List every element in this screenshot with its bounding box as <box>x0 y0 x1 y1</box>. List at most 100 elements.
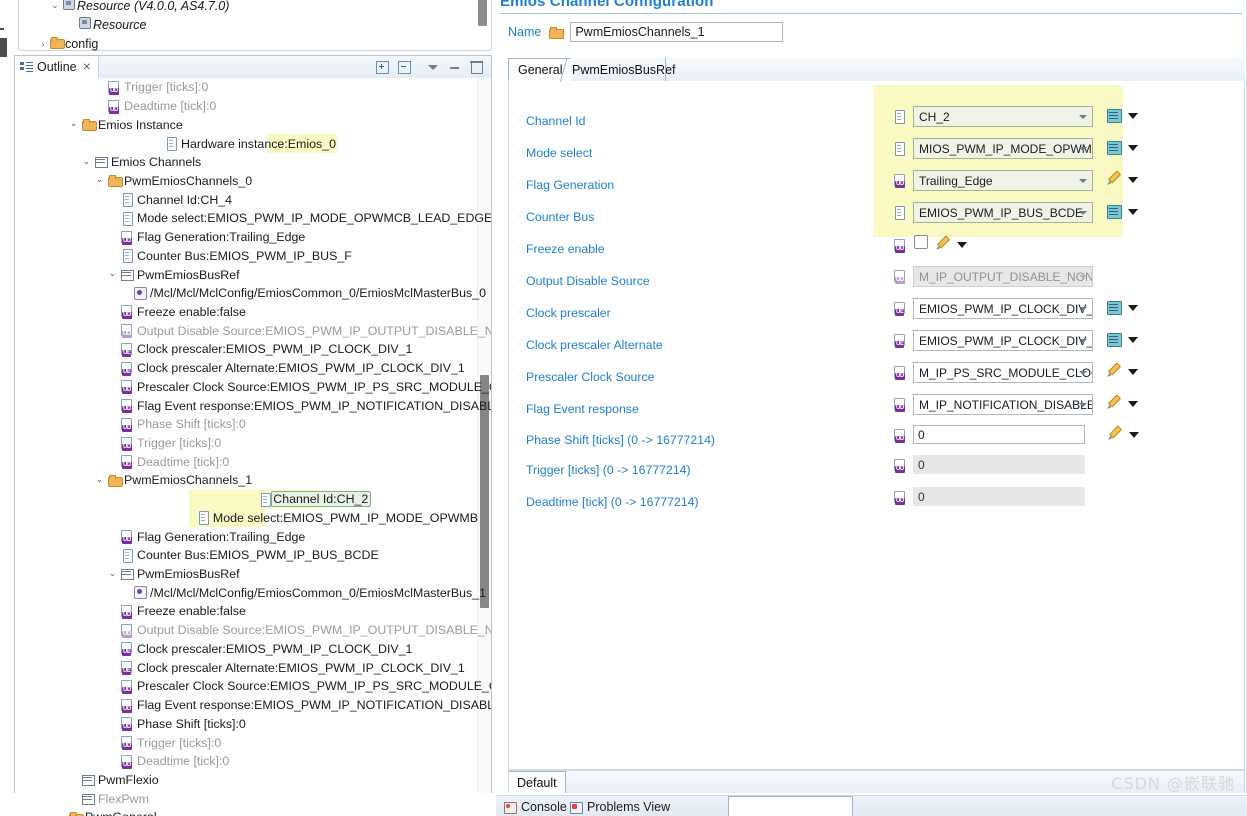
tree-item[interactable]: Mode select:EMIOS_PWM_IP_MODE_OPWMCB_LEA… <box>15 209 491 228</box>
table-icon[interactable] <box>1107 205 1122 219</box>
dropdown-mode-select[interactable]: MIOS_PWM_IP_MODE_OPWMB <box>913 138 1093 159</box>
pencil-icon[interactable] <box>936 238 950 251</box>
tree-item[interactable]: Prescaler Clock Source:EMIOS_PWM_IP_PS_S… <box>15 677 491 696</box>
chevron-down-icon[interactable]: ⌄ <box>67 119 80 128</box>
tree-item[interactable]: Flag Event response:EMIOS_PWM_IP_NOTIFIC… <box>15 396 491 415</box>
minimize-button[interactable] <box>446 59 463 76</box>
tree-item[interactable]: Freeze enable:false <box>15 602 478 621</box>
pencil-icon[interactable] <box>1108 428 1122 441</box>
dropdown-counter-bus[interactable]: EMIOS_PWM_IP_BUS_BCDE <box>913 202 1093 223</box>
dropdown-clock-prescaler-alternate[interactable]: EMIOS_PWM_IP_CLOCK_DIV_1 <box>913 330 1093 351</box>
tab-pwmemiosbusref[interactable]: PwmEmiosBusRef <box>563 58 685 81</box>
chevron-right-icon[interactable]: › <box>37 39 49 49</box>
table-icon[interactable] <box>1107 109 1122 123</box>
explorer-row-config[interactable]: › config <box>37 34 98 53</box>
close-icon[interactable]: ✕ <box>83 62 91 73</box>
chevron-down-icon[interactable] <box>1128 336 1138 343</box>
tree-item[interactable]: Counter Bus:EMIOS_PWM_IP_BUS_F <box>15 246 478 265</box>
explorer-row-resource-version[interactable]: ⌄ Resource (V4.0.0, AS4.7.0) <box>49 0 229 15</box>
chevron-down-icon[interactable] <box>1128 400 1138 407</box>
chevron-down-icon[interactable] <box>1079 114 1087 119</box>
tree-item[interactable]: /Mcl/Mcl/MclConfig/EmiosCommon_0/EmiosMc… <box>15 583 486 602</box>
tab-default[interactable]: Default <box>509 771 566 794</box>
tree-item[interactable]: ⌄ PwmEmiosChannels_0 <box>15 172 478 191</box>
chevron-down-icon[interactable]: ⌄ <box>106 269 119 278</box>
tree-item[interactable]: ⌄ PwmEmiosBusRef <box>15 565 478 584</box>
chevron-down-icon[interactable] <box>1079 306 1087 311</box>
maximize-button[interactable] <box>468 59 485 76</box>
view-menu-button[interactable] <box>424 59 441 76</box>
chevron-down-icon[interactable]: ⌄ <box>80 156 93 166</box>
table-icon[interactable] <box>1107 333 1122 347</box>
pencil-icon[interactable] <box>1107 397 1121 410</box>
pencil-icon[interactable] <box>1107 173 1121 186</box>
tree-item[interactable]: Deadtime [tick]:0 <box>15 452 478 471</box>
tree-item[interactable]: Output Disable Source:EMIOS_PWM_IP_OUTPU… <box>15 621 491 640</box>
chevron-down-icon[interactable] <box>1079 146 1087 151</box>
tree-item[interactable]: Trigger [ticks]:0 <box>15 434 478 453</box>
chevron-down-icon[interactable] <box>1079 274 1087 279</box>
table-icon[interactable] <box>1107 301 1122 315</box>
dropdown-prescaler-clock-source[interactable]: M_IP_PS_SRC_MODULE_CLOCK <box>913 362 1093 383</box>
tree-item[interactable]: Flag Generation:Trailing_Edge <box>15 228 478 247</box>
status-item-problems[interactable]: Problems View <box>570 800 670 814</box>
tab-general[interactable]: General <box>508 58 572 81</box>
tree-item[interactable]: Trigger [ticks]:0 <box>15 78 478 97</box>
tree-item[interactable]: /Mcl/Mcl/MclConfig/EmiosCommon_0/EmiosMc… <box>15 284 486 303</box>
dropdown-channel-id[interactable]: CH_2 <box>913 106 1093 127</box>
checkbox-freeze-enable[interactable] <box>914 235 928 249</box>
dropdown-flag-generation[interactable]: Trailing_Edge <box>913 170 1093 191</box>
tree-item[interactable]: Clock prescaler Alternate:EMIOS_PWM_IP_C… <box>15 658 478 677</box>
chevron-down-icon[interactable] <box>1129 431 1139 438</box>
tree-item[interactable]: ⌄ Emios Instance <box>15 115 478 134</box>
tree-item[interactable]: Clock prescaler Alternate:EMIOS_PWM_IP_C… <box>15 359 478 378</box>
chevron-down-icon[interactable] <box>1128 144 1138 151</box>
table-icon[interactable] <box>1107 141 1122 155</box>
dropdown-clock-prescaler[interactable]: EMIOS_PWM_IP_CLOCK_DIV_1 <box>913 298 1093 319</box>
chevron-down-icon[interactable] <box>1128 368 1138 375</box>
tree-item[interactable]: Channel Id:CH_2 <box>15 489 478 509</box>
tree-item[interactable]: ⌄ Emios Channels <box>15 153 478 172</box>
chevron-down-icon[interactable]: ⌄ <box>106 568 119 578</box>
chevron-down-icon[interactable] <box>1079 338 1087 343</box>
explorer-scrollbar-thumb[interactable] <box>478 0 487 26</box>
chevron-down-icon[interactable] <box>1079 370 1087 375</box>
expand-all-button[interactable] <box>374 59 391 76</box>
chevron-down-icon[interactable]: ⌄ <box>54 811 67 816</box>
tree-item[interactable]: ⌄ PwmEmiosChannels_1 <box>15 471 478 490</box>
tree-item[interactable]: Prescaler Clock Source:EMIOS_PWM_IP_PS_S… <box>15 378 491 397</box>
tree-item[interactable]: PwmFlexio <box>15 771 478 790</box>
chevron-down-icon[interactable]: ⌄ <box>93 474 106 484</box>
tree-item[interactable]: Phase Shift [ticks]:0 <box>15 415 478 434</box>
tree-item[interactable]: Hardware instance:Emios_0 <box>15 134 478 153</box>
tree-item[interactable]: Freeze enable:false <box>15 303 478 322</box>
chevron-down-icon[interactable]: ⌄ <box>49 0 61 11</box>
chevron-down-icon[interactable]: ⌄ <box>93 175 106 184</box>
explorer-row-resource[interactable]: Resource <box>77 15 147 34</box>
tree-item[interactable]: Trigger [ticks]:0 <box>15 733 478 752</box>
tree-item[interactable]: Deadtime [tick]:0 <box>15 97 478 116</box>
chevron-down-icon[interactable] <box>1079 178 1087 183</box>
chevron-down-icon[interactable] <box>1079 210 1087 215</box>
tree-item[interactable]: Clock prescaler:EMIOS_PWM_IP_CLOCK_DIV_1 <box>15 640 478 659</box>
chevron-down-icon[interactable] <box>957 241 967 248</box>
chevron-down-icon[interactable] <box>1128 304 1138 311</box>
tree-item[interactable]: Deadtime [tick]:0 <box>15 752 478 771</box>
collapse-all-button[interactable] <box>396 59 413 76</box>
tree-item[interactable]: Channel Id:CH_4 <box>15 190 478 209</box>
chevron-down-icon[interactable] <box>1128 176 1138 183</box>
tree-item[interactable]: Phase Shift [ticks]:0 <box>15 714 478 733</box>
tab-outline[interactable]: Outline ✕ <box>15 56 99 78</box>
chevron-down-icon[interactable] <box>1128 208 1138 215</box>
tree-item[interactable]: Counter Bus:EMIOS_PWM_IP_BUS_BCDE <box>15 546 478 565</box>
input-phase-shift-ticks-0-16777214-[interactable] <box>913 425 1085 444</box>
status-item-console[interactable]: Console <box>504 800 567 814</box>
tree-item[interactable]: Output Disable Source:EMIOS_PWM_IP_OUTPU… <box>15 321 491 340</box>
tree-item[interactable]: ⌄ PwmEmiosBusRef <box>15 265 478 284</box>
pencil-icon[interactable] <box>1107 365 1121 378</box>
tree-item[interactable]: Flag Event response:EMIOS_PWM_IP_NOTIFIC… <box>15 696 491 715</box>
tree-item[interactable]: Flag Generation:Trailing_Edge <box>15 527 478 546</box>
tree-item[interactable]: Mode select:EMIOS_PWM_IP_MODE_OPWMB <box>15 508 478 528</box>
tree-item[interactable]: Clock prescaler:EMIOS_PWM_IP_CLOCK_DIV_1 <box>15 340 478 359</box>
dropdown-flag-event-response[interactable]: M_IP_NOTIFICATION_DISABLED <box>913 394 1093 415</box>
